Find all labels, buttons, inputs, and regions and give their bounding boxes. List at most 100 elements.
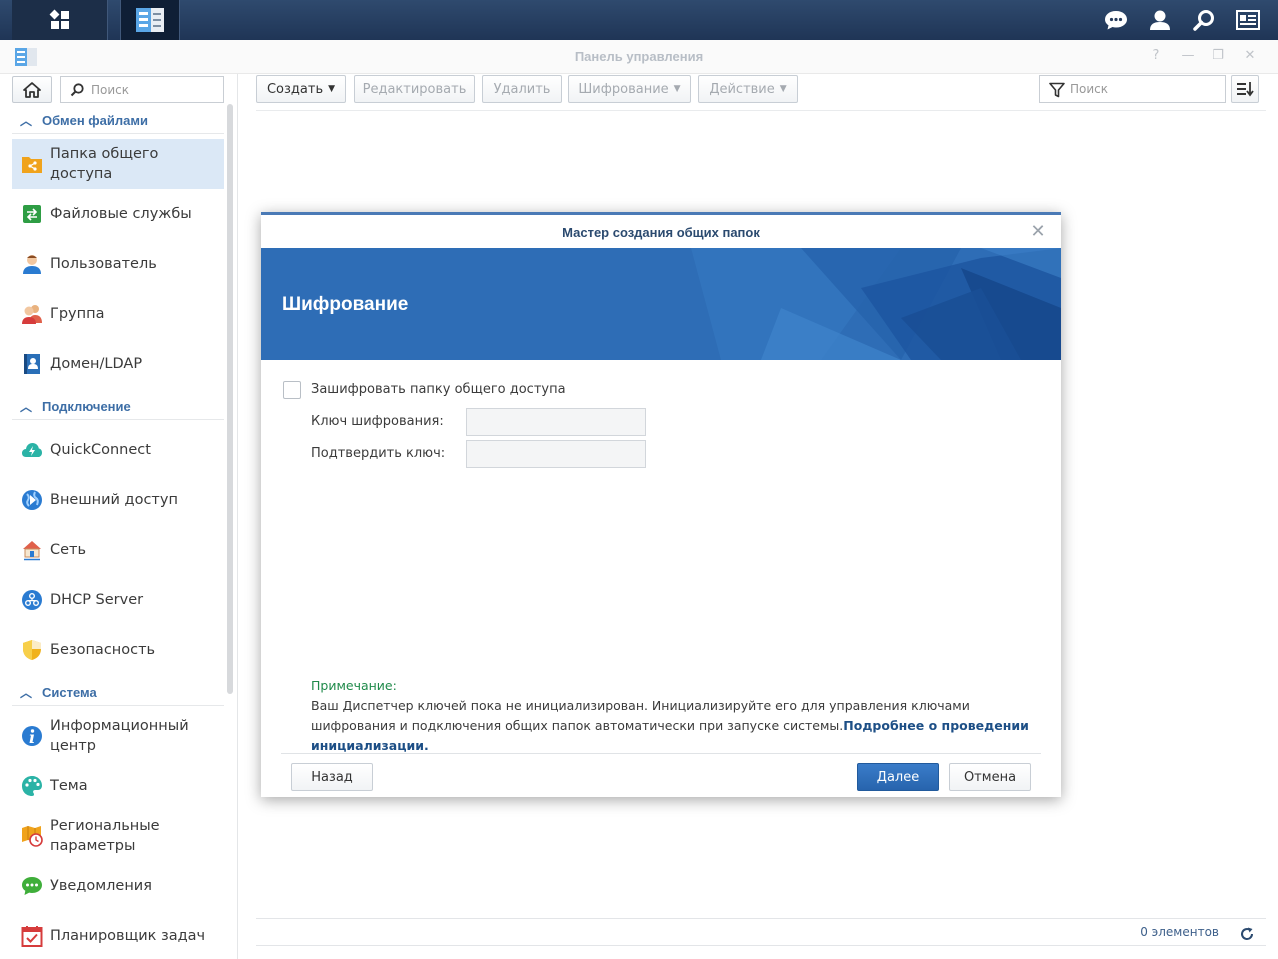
task-scheduler-icon — [21, 925, 43, 947]
confirm-key-input[interactable] — [466, 440, 646, 468]
section-file-sharing[interactable]: ︿ Обмен файлами — [12, 108, 224, 134]
file-services-icon — [21, 203, 43, 225]
delete-button[interactable]: Удалить — [482, 75, 562, 103]
main-menu-button[interactable] — [12, 0, 108, 40]
sort-icon — [1237, 82, 1254, 97]
chat-icon — [1105, 11, 1127, 30]
create-button[interactable]: Создать ▼ — [256, 75, 346, 103]
window-title: Панель управления — [574, 49, 704, 64]
sidebar-item-domain-ldap[interactable]: Домен/LDAP — [12, 339, 224, 389]
filter-search-input[interactable]: Поиск — [1039, 75, 1226, 103]
sidebar-item-label: Безопасность — [50, 642, 156, 658]
back-button[interactable]: Назад — [291, 763, 373, 791]
shared-folder-wizard-dialog: Мастер создания общих папок ✕ Шифрование… — [261, 212, 1061, 797]
sidebar-item-notifications[interactable]: Уведомления — [12, 861, 224, 911]
quickconnect-icon — [21, 439, 43, 461]
sidebar-search-placeholder: Поиск — [91, 83, 130, 97]
sidebar-item-security[interactable]: Безопасность — [12, 625, 224, 675]
search-icon — [1193, 10, 1214, 31]
user-icon — [21, 253, 43, 275]
sidebar-item-label: Тема — [50, 778, 88, 794]
network-icon — [21, 539, 43, 561]
sidebar-item-label: QuickConnect — [50, 442, 151, 458]
sidebar-item-file-services[interactable]: Файловые службы — [12, 189, 224, 239]
notifications-icon — [21, 875, 43, 897]
chevron-up-icon: ︿ — [20, 400, 33, 414]
caret-down-icon: ▼ — [673, 84, 681, 94]
filter-icon — [1049, 82, 1065, 98]
sidebar-item-group[interactable]: Группа — [12, 289, 224, 339]
edit-button-label: Редактировать — [362, 81, 467, 97]
user-menu-button[interactable] — [1138, 0, 1182, 40]
dhcp-server-icon — [21, 589, 43, 611]
refresh-icon — [1241, 927, 1254, 940]
close-window-icon[interactable]: ✕ — [1240, 48, 1260, 66]
sidebar: Поиск ︿ Обмен файлами Папка общего досту… — [0, 74, 238, 959]
sidebar-item-regional-options[interactable]: Региональные параметры — [12, 811, 224, 861]
sidebar-item-label: Группа — [50, 306, 105, 322]
widgets-icon — [1236, 10, 1260, 30]
regional-options-icon — [21, 825, 43, 847]
sidebar-item-label: Планировщик задач — [50, 928, 206, 944]
sidebar-item-user[interactable]: Пользователь — [12, 239, 224, 289]
chevron-up-icon: ︿ — [20, 114, 33, 128]
sidebar-item-label: Пользователь — [50, 256, 157, 272]
cancel-button[interactable]: Отмена — [949, 763, 1031, 791]
create-button-label: Создать — [266, 81, 324, 97]
footer-divider — [256, 945, 1266, 946]
main-menu-icon — [49, 9, 69, 29]
encryption-key-label: Ключ шифрования: — [311, 414, 444, 429]
minimize-icon[interactable]: — — [1178, 48, 1198, 66]
chat-button[interactable] — [1094, 0, 1138, 40]
section-connectivity[interactable]: ︿ Подключение — [12, 394, 224, 420]
restore-icon[interactable]: ❐ — [1208, 48, 1228, 66]
sidebar-item-label: Папка общего доступа — [50, 146, 159, 182]
home-button[interactable] — [12, 76, 52, 103]
taskbar-control-panel-button[interactable] — [120, 0, 180, 40]
action-button-label: Действие — [709, 81, 775, 97]
sidebar-item-quickconnect[interactable]: QuickConnect — [12, 425, 224, 475]
encrypt-folder-checkbox[interactable] — [283, 381, 301, 399]
sidebar-item-label: Региональные параметры — [50, 818, 160, 854]
sidebar-item-theme[interactable]: Тема — [12, 761, 224, 811]
domain-ldap-icon — [21, 353, 43, 375]
user-account-icon — [1150, 10, 1170, 30]
note-text: Ваш Диспетчер ключей пока не инициализир… — [311, 696, 1046, 756]
section-label: Система — [42, 685, 97, 700]
group-icon — [21, 303, 43, 325]
sidebar-item-label: Внешний доступ — [50, 492, 178, 508]
dialog-title: Мастер создания общих папок — [562, 225, 760, 240]
help-icon[interactable]: ? — [1146, 48, 1166, 66]
info-center-icon — [21, 725, 43, 747]
encryption-button[interactable]: Шифрование ▼ — [568, 75, 691, 103]
encryption-key-input[interactable] — [466, 408, 646, 436]
sidebar-scrollbar[interactable] — [227, 104, 233, 694]
sidebar-item-network[interactable]: Сеть — [12, 525, 224, 575]
next-button[interactable]: Далее — [857, 763, 939, 791]
sidebar-item-shared-folder[interactable]: Папка общего доступа — [12, 139, 224, 189]
wizard-step-title: Шифрование — [282, 294, 409, 315]
encryption-button-label: Шифрование — [578, 81, 669, 97]
control-panel-icon — [136, 8, 164, 32]
section-system[interactable]: ︿ Система — [12, 680, 224, 706]
theme-palette-icon — [21, 775, 43, 797]
close-icon[interactable]: ✕ — [1029, 223, 1047, 241]
sidebar-item-dhcp-server[interactable]: DHCP Server — [12, 575, 224, 625]
sort-button[interactable] — [1231, 75, 1259, 103]
encrypt-folder-checkbox-label[interactable]: Зашифровать папку общего доступа — [311, 382, 566, 397]
edit-button[interactable]: Редактировать — [354, 75, 475, 103]
search-button[interactable] — [1182, 0, 1226, 40]
sidebar-search-input[interactable]: Поиск — [60, 76, 224, 103]
wizard-banner: Шифрование — [261, 248, 1061, 360]
widgets-button[interactable] — [1226, 0, 1270, 40]
section-label: Подключение — [42, 399, 131, 414]
security-shield-icon — [21, 639, 43, 661]
sidebar-item-external-access[interactable]: Внешний доступ — [12, 475, 224, 525]
sidebar-item-label: Домен/LDAP — [50, 356, 143, 372]
section-label: Обмен файлами — [42, 113, 148, 128]
sidebar-item-info-center[interactable]: Информационный центр — [12, 711, 224, 761]
sidebar-item-task-scheduler[interactable]: Планировщик задач — [12, 911, 224, 959]
action-button[interactable]: Действие ▼ — [698, 75, 798, 103]
toolbar-divider — [256, 110, 1266, 111]
refresh-button[interactable] — [1236, 923, 1258, 945]
